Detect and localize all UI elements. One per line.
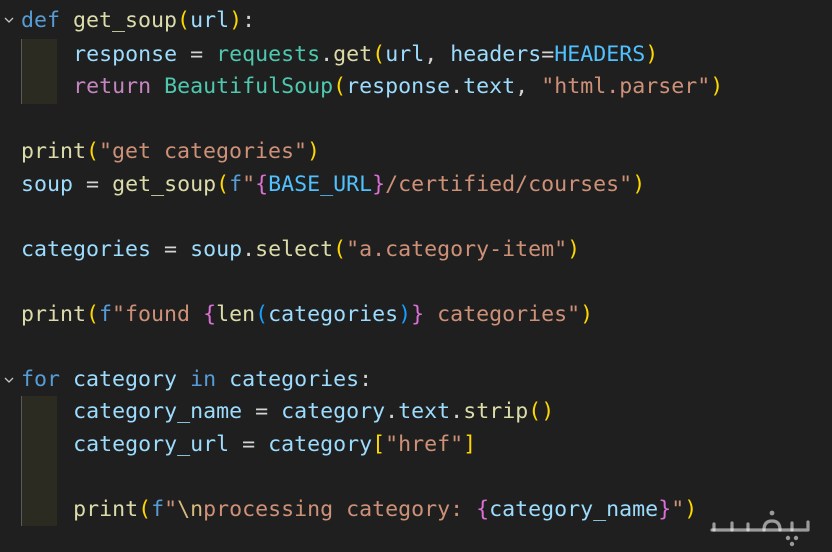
khamsat-logo-icon <box>710 510 810 547</box>
code-line[interactable]: return BeautifulSoup(response.text, "htm… <box>21 71 723 103</box>
code-line[interactable]: print(f"found {len(categories)} categori… <box>21 299 593 331</box>
code-line[interactable]: print("get categories") <box>21 136 320 168</box>
editor-gutter <box>0 0 18 552</box>
code-line[interactable]: category_url = category["href"] <box>21 429 476 461</box>
code-line[interactable]: for category in categories: <box>21 364 372 396</box>
code-line[interactable]: response = requests.get(url, headers=HEA… <box>21 39 658 71</box>
fold-chevron-icon[interactable] <box>4 375 14 385</box>
fold-chevron-icon[interactable] <box>4 15 14 25</box>
code-line[interactable]: def get_soup(url): <box>21 5 255 37</box>
code-editor[interactable]: def get_soup(url): response = requests.g… <box>0 0 832 552</box>
code-line[interactable]: categories = soup.select("a.category-ite… <box>21 234 580 266</box>
code-line[interactable]: soup = get_soup(f"{BASE_URL}/certified/c… <box>21 169 645 201</box>
code-line[interactable]: category_name = category.text.strip() <box>21 396 554 428</box>
code-line[interactable]: print(f"\nprocessing category: {category… <box>21 494 697 526</box>
